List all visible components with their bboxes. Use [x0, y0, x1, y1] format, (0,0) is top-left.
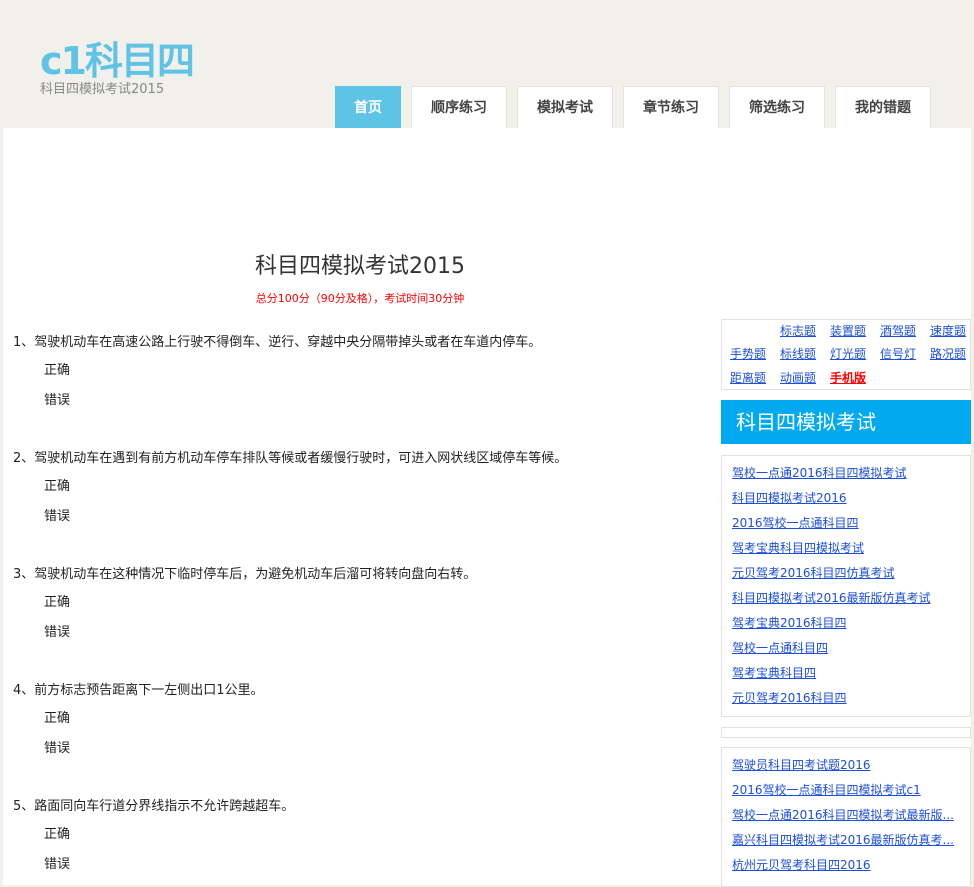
main-nav: 首页 顺序练习 模拟考试 章节练习 筛选练习 我的错题 [335, 86, 931, 128]
tag-link[interactable]: 标线题 [780, 347, 830, 365]
category-tags: 标志题 装置题 酒驾题 速度题手势题 标线题 灯光题 信号灯 路况题距离题 动画题 手机版 [721, 319, 971, 390]
tag-link[interactable]: 手势题 [730, 347, 780, 365]
site-subtitle: 科目四模拟考试2015 [40, 82, 165, 97]
sidebar-link[interactable]: 杭州元贝驾考科目四2016 [732, 853, 960, 878]
sidebar-link[interactable]: 嘉兴科目四模拟考试2016最新版仿真考... [732, 828, 960, 853]
answer-option[interactable]: 错误 [44, 855, 294, 875]
nav-mistakes[interactable]: 我的错题 [835, 86, 931, 128]
answer-option[interactable]: 错误 [44, 739, 264, 759]
answer-option[interactable]: 正确 [44, 593, 476, 613]
tag-link[interactable]: 装置题 [830, 324, 880, 342]
sidebar-link[interactable]: 驾考宝典2016科目四 [732, 611, 960, 636]
question: 5、路面同向车行道分界线指示不允许跨越超车。正确错误 [13, 795, 294, 875]
question: 4、前方标志预告距离下一左侧出口1公里。正确错误 [13, 679, 264, 759]
sidebar-link[interactable]: 驾校一点通2016科目四模拟考试 [732, 461, 960, 486]
exam-note: 总分100分（90分及格），考试时间30分钟 [255, 292, 465, 305]
sidebar-link[interactable]: 2016驾校一点通科目四 [732, 511, 960, 536]
question: 3、驾驶机动车在这种情况下临时停车后，为避免机动车后溜可将转向盘向右转。正确错误 [13, 563, 476, 643]
sidebar-link[interactable]: 驾校一点通2016科目四模拟考试最新版... [732, 803, 960, 828]
nav-sequential[interactable]: 顺序练习 [411, 86, 507, 128]
link-list-2: 驾驶员科目四考试题2016 2016驾校一点通科目四模拟考试c1 驾校一点通2016… [721, 747, 971, 887]
tag-link[interactable]: 标志题 [780, 324, 830, 342]
answer-option[interactable]: 错误 [44, 507, 567, 527]
sidebar-link[interactable]: 科目四模拟考试2016最新版仿真考试 [732, 586, 960, 611]
sidebar-link[interactable]: 2016驾校一点通科目四模拟考试c1 [732, 778, 960, 803]
tag-link[interactable]: 动画题 [780, 371, 830, 389]
empty-box [721, 727, 971, 738]
tag-link[interactable]: 酒驾题 [880, 324, 930, 342]
sidebar-link[interactable]: 驾考宝典科目四 [732, 661, 960, 686]
tag-link[interactable]: 灯光题 [830, 347, 880, 365]
sidebar-link[interactable]: 元贝驾考2016科目四仿真考试 [732, 561, 960, 586]
sidebar-link[interactable]: 驾考宝典科目四模拟考试 [732, 536, 960, 561]
tag-link[interactable]: 路况题 [930, 347, 974, 365]
question-text: 5、路面同向车行道分界线指示不允许跨越超车。 [13, 799, 295, 814]
answer-option[interactable]: 正确 [44, 361, 541, 381]
main-content: 科目四模拟考试2015 总分100分（90分及格），考试时间30分钟 1、驾驶机… [3, 128, 971, 887]
sidebar-link[interactable]: 元贝驾考2016科目四 [732, 686, 960, 711]
answer-option[interactable]: 错误 [44, 623, 476, 643]
tag-link[interactable]: 速度题 [930, 324, 974, 342]
sidebar-header: 科目四模拟考试 [721, 400, 971, 444]
question-text: 1、驾驶机动车在高速公路上行驶不得倒车、逆行、穿越中央分隔带掉头或者在车道内停车… [13, 335, 542, 350]
question-text: 2、驾驶机动车在遇到有前方机动车停车排队等候或者缓慢行驶时，可进入网状线区域停车… [13, 451, 568, 466]
nav-mock-exam[interactable]: 模拟考试 [517, 86, 613, 128]
nav-filter[interactable]: 筛选练习 [729, 86, 825, 128]
sidebar-link[interactable]: 驾驶员科目四考试题2016 [732, 753, 960, 778]
answer-option[interactable]: 正确 [44, 477, 567, 497]
answer-option[interactable]: 正确 [44, 825, 294, 845]
tag-link[interactable]: 距离题 [730, 371, 780, 389]
tag-link[interactable]: 信号灯 [880, 347, 930, 365]
nav-home[interactable]: 首页 [335, 86, 401, 128]
question: 1、驾驶机动车在高速公路上行驶不得倒车、逆行、穿越中央分隔带掉头或者在车道内停车… [13, 331, 541, 411]
question-text: 4、前方标志预告距离下一左侧出口1公里。 [13, 683, 264, 698]
answer-option[interactable]: 错误 [44, 391, 541, 411]
sidebar-link[interactable]: 科目四模拟考试2016 [732, 486, 960, 511]
link-list-1: 驾校一点通2016科目四模拟考试 科目四模拟考试2016 2016驾校一点通科目四驾… [721, 455, 971, 717]
site-logo[interactable]: c1科目四 [40, 30, 195, 85]
question-text: 3、驾驶机动车在这种情况下临时停车后，为避免机动车后溜可将转向盘向右转。 [13, 567, 477, 582]
answer-option[interactable]: 正确 [44, 709, 264, 729]
question: 2、驾驶机动车在遇到有前方机动车停车排队等候或者缓慢行驶时，可进入网状线区域停车… [13, 447, 567, 527]
tag-spacer [730, 324, 780, 342]
sidebar-link[interactable]: 驾校一点通科目四 [732, 636, 960, 661]
nav-chapter[interactable]: 章节练习 [623, 86, 719, 128]
page-title: 科目四模拟考试2015 [255, 254, 465, 279]
tag-link[interactable]: 手机版 [830, 371, 880, 389]
